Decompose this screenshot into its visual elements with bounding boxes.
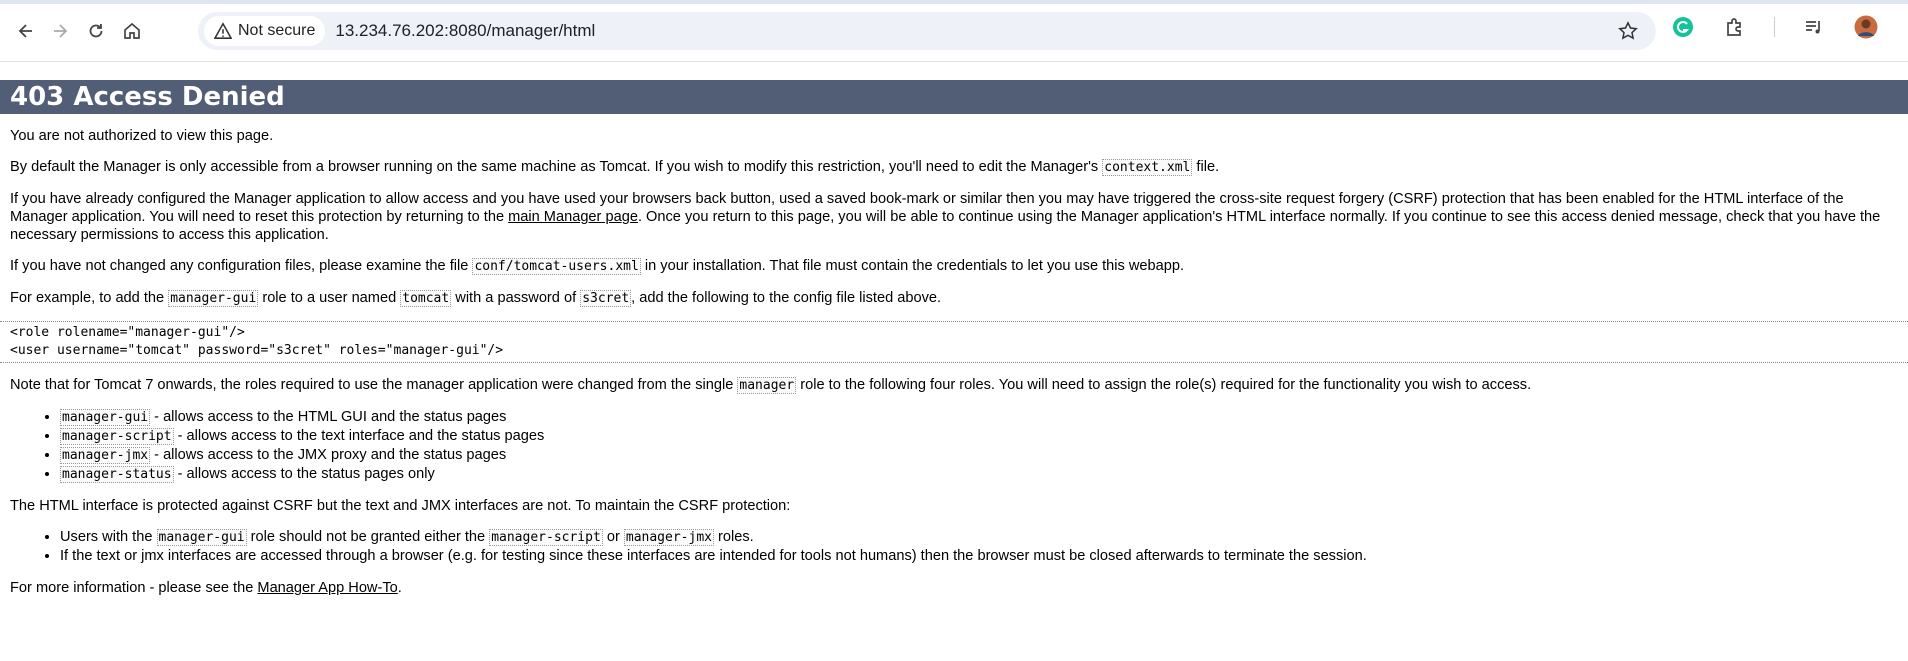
security-indicator[interactable]: Not secure — [204, 16, 326, 46]
home-icon — [124, 22, 140, 39]
csrf-protection-paragraph: The HTML interface is protected against … — [10, 498, 791, 514]
address-bar[interactable]: Not secure 13.234.76.202:8080/manager/ht… — [198, 12, 1656, 50]
profile-avatar[interactable] — [1853, 14, 1879, 40]
extensions-puzzle-icon[interactable] — [1722, 14, 1748, 40]
list-item: manager-gui - allows access to the HTML … — [60, 408, 1898, 427]
code-tomcat: tomcat — [400, 290, 452, 307]
code-manager: manager — [737, 377, 797, 394]
toolbar-divider — [1774, 17, 1775, 37]
code-manager-script: manager-script — [489, 529, 603, 546]
csrf-explanation-paragraph: If you have already configured the Manag… — [10, 190, 1898, 244]
csrf-list: Users with the manager-gui role should n… — [10, 528, 1898, 566]
reload-icon — [89, 24, 103, 38]
more-info-paragraph: For more information - please see the Ma… — [10, 579, 1898, 597]
role-description: - allows access to the HTML GUI and the … — [150, 409, 507, 425]
manager-how-to-link[interactable]: Manager App How-To — [257, 580, 397, 596]
text-segment: role should not be granted either the — [246, 529, 490, 545]
browser-toolbar: Not secure 13.234.76.202:8080/manager/ht… — [0, 0, 1908, 62]
not-authorized-paragraph: You are not authorized to view this page… — [10, 128, 274, 144]
roles-note-paragraph: Note that for Tomcat 7 onwards, the role… — [10, 376, 1898, 395]
text-segment: roles. — [713, 529, 754, 545]
page-title: 403 Access Denied — [0, 80, 1908, 114]
role-code: manager-gui — [60, 409, 151, 426]
role-code: manager-script — [60, 428, 174, 445]
main-manager-page-link[interactable]: main Manager page — [508, 209, 638, 225]
list-item: Users with the manager-gui role should n… — [60, 528, 1898, 547]
reload-button[interactable] — [80, 15, 112, 47]
config-files-paragraph: If you have not changed any configuratio… — [10, 257, 1898, 276]
role-code: manager-status — [60, 466, 174, 483]
text-segment: Note that for Tomcat 7 onwards, the role… — [10, 377, 738, 393]
code-manager-gui: manager-gui — [156, 529, 247, 546]
warning-icon — [214, 22, 232, 39]
text-segment: role to the following four roles. You wi… — [796, 377, 1532, 393]
text-segment: with a password of — [451, 290, 581, 306]
code-s3cret: s3cret — [580, 290, 632, 307]
code-manager-gui: manager-gui — [168, 290, 259, 307]
text-segment: file. — [1192, 159, 1220, 175]
code-tomcat-users-xml: conf/tomcat-users.xml — [472, 258, 641, 275]
home-button[interactable] — [116, 15, 148, 47]
security-label: Not secure — [238, 22, 316, 39]
text-segment: For example, to add the — [10, 290, 169, 306]
role-description: - allows access to the status pages only — [173, 466, 435, 482]
extension-toolbar — [1670, 14, 1908, 40]
text-segment: in your installation. That file must con… — [640, 258, 1185, 274]
role-description: - allows access to the JMX proxy and the… — [150, 447, 507, 463]
back-arrow-icon — [18, 24, 32, 38]
text-segment: By default the Manager is only accessibl… — [10, 159, 1103, 175]
url-text[interactable]: 13.234.76.202:8080/manager/html — [335, 21, 595, 41]
example-paragraph: For example, to add the manager-gui role… — [10, 289, 1898, 308]
config-snippet: <role rolename="manager-gui"/> <user use… — [0, 321, 1908, 363]
code-manager-jmx: manager-jmx — [623, 529, 714, 546]
grammarly-extension-icon[interactable] — [1670, 14, 1696, 40]
page-content: 403 Access Denied You are not authorized… — [0, 80, 1908, 597]
role-code: manager-jmx — [60, 447, 151, 464]
tab-strip — [0, 0, 1908, 4]
default-access-paragraph: By default the Manager is only accessibl… — [10, 158, 1898, 177]
media-controls-icon[interactable] — [1801, 14, 1827, 40]
text-segment: , add the following to the config file l… — [631, 290, 942, 306]
list-item: manager-jmx - allows access to the JMX p… — [60, 446, 1898, 465]
text-segment: For more information - please see the — [10, 580, 258, 596]
code-context-xml: context.xml — [1102, 159, 1193, 176]
forward-button[interactable] — [44, 15, 76, 47]
list-item: manager-script - allows access to the te… — [60, 427, 1898, 446]
text-segment: . — [397, 580, 402, 596]
role-description: - allows access to the text interface an… — [173, 428, 545, 444]
text-segment: or — [602, 529, 624, 545]
bookmark-star-icon[interactable] — [1618, 21, 1638, 46]
roles-list: manager-gui - allows access to the HTML … — [10, 408, 1898, 484]
list-item: If the text or jmx interfaces are access… — [60, 547, 1898, 566]
text-segment: If you have not changed any configuratio… — [10, 258, 473, 274]
forward-arrow-icon — [54, 24, 68, 38]
text-segment: Users with the — [60, 529, 157, 545]
back-button[interactable] — [10, 15, 42, 47]
text-segment: role to a user named — [258, 290, 401, 306]
list-item: manager-status - allows access to the st… — [60, 465, 1898, 484]
